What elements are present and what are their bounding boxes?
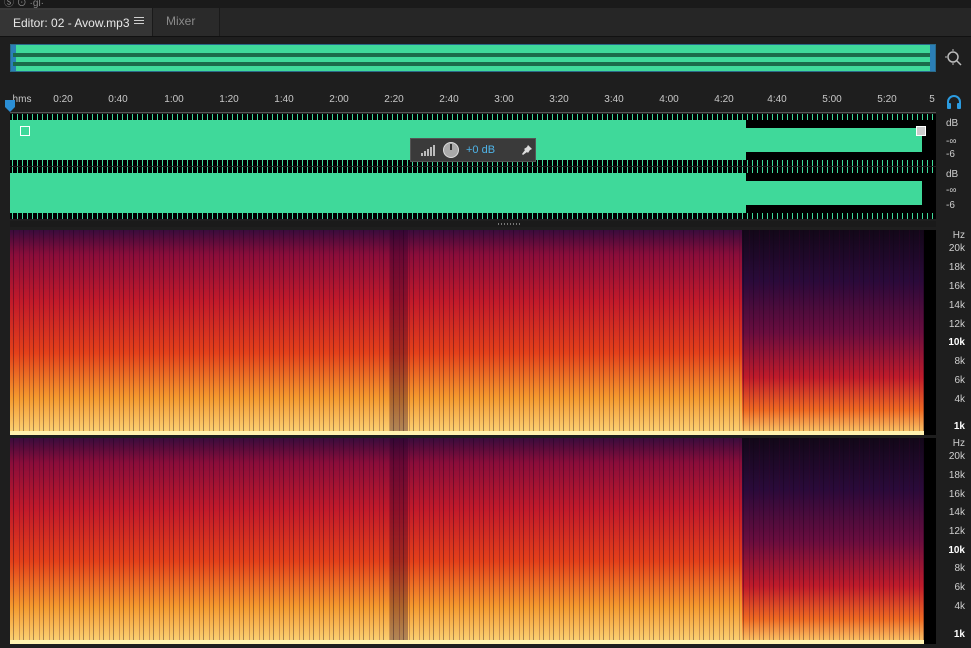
tab-editor[interactable]: Editor: 02 - Avow.mp3 <box>0 8 152 36</box>
waveform-edge <box>10 167 936 173</box>
gain-bars-icon <box>421 145 435 156</box>
spectral-texture <box>10 438 926 644</box>
overview-channel-1 <box>13 53 933 57</box>
db-scale-channel-1: dB -∞ -6 <box>942 114 971 166</box>
hz-scale-channel-1: Hz 20k 18k 16k 14k 12k 10k 8k 6k 4k 1k <box>942 230 971 435</box>
headphones-icon[interactable] <box>946 94 962 110</box>
waveform-loud <box>10 118 746 162</box>
view-splitter[interactable] <box>10 221 936 227</box>
waveform-edge <box>10 114 936 120</box>
hz-label: 6k <box>954 375 965 386</box>
spectrogram-channel-1[interactable] <box>10 230 936 435</box>
ruler-tick: 4:00 <box>659 94 679 105</box>
ruler-tick: 2:20 <box>384 94 404 105</box>
tab-mixer-label: Mixer <box>166 14 196 28</box>
ruler-unit: hms <box>12 94 32 105</box>
ruler-tick: 0:20 <box>53 94 73 105</box>
hz-label: 12k <box>948 319 965 330</box>
waveform-quiet <box>746 181 922 205</box>
waveform-edge <box>10 213 936 219</box>
hz-unit: Hz <box>952 438 965 449</box>
time-ruler[interactable]: hms 0:20 0:40 1:00 1:20 1:40 2:00 2:20 2… <box>10 92 936 113</box>
ruler-tick: 3:00 <box>494 94 514 105</box>
waveform-quiet <box>746 128 922 152</box>
fade-in-handle[interactable] <box>20 126 30 136</box>
gain-knob-icon[interactable] <box>443 142 459 158</box>
db-label: -∞ <box>946 136 957 147</box>
spectral-tail <box>924 230 936 435</box>
gain-value[interactable]: +0 dB <box>466 144 495 156</box>
db-scale-channel-2: dB -∞ -6 <box>942 167 971 219</box>
waveform-channel-2[interactable] <box>10 167 936 219</box>
overview-right-handle[interactable] <box>930 45 935 71</box>
overview-channel-2 <box>13 62 933 66</box>
spectral-tail <box>924 438 936 644</box>
db-label: -6 <box>946 200 955 211</box>
hz-label: 1k <box>953 629 965 640</box>
hz-label: 8k <box>954 356 965 367</box>
hz-label: 8k <box>954 563 965 574</box>
overview-bar[interactable] <box>10 44 936 72</box>
zoom-icon[interactable] <box>944 48 964 68</box>
spectral-floor <box>10 431 924 435</box>
hz-label: 6k <box>954 582 965 593</box>
hz-label: 14k <box>948 300 965 311</box>
spectral-floor <box>10 640 924 644</box>
tab-menu-icon[interactable] <box>134 17 144 27</box>
spectral-texture <box>10 230 926 435</box>
fade-out-handle[interactable] <box>916 126 926 136</box>
hz-label: 20k <box>948 243 965 254</box>
hz-scale-channel-2: Hz 20k 18k 16k 14k 12k 10k 8k 6k 4k 1k <box>942 438 971 644</box>
db-unit: dB <box>946 169 959 180</box>
playhead-icon[interactable] <box>5 100 15 112</box>
ruler-tick: 5:20 <box>877 94 897 105</box>
tab-mixer[interactable]: Mixer <box>152 8 220 36</box>
app-top-strip: Ⓢ ⊙ ·gl· <box>0 0 971 8</box>
hz-label: 4k <box>954 601 965 612</box>
tab-bar: Editor: 02 - Avow.mp3 Mixer <box>0 8 971 37</box>
ruler-tick: 4:20 <box>714 94 734 105</box>
hz-label: 1k <box>953 421 965 432</box>
db-label: -∞ <box>946 185 957 196</box>
ruler-tick: 1:40 <box>274 94 294 105</box>
ruler-tick: 0:40 <box>108 94 128 105</box>
hz-label: 18k <box>948 470 965 481</box>
hz-label: 10k <box>948 337 965 348</box>
db-label: -6 <box>946 149 955 160</box>
tab-editor-label: Editor: 02 - Avow.mp3 <box>13 16 130 30</box>
splitter-grip[interactable] <box>498 223 522 225</box>
ruler-tick: 2:40 <box>439 94 459 105</box>
hz-label: 18k <box>948 262 965 273</box>
pin-icon[interactable] <box>521 144 533 156</box>
spectrogram-channel-2[interactable] <box>10 438 936 644</box>
hz-label: 10k <box>948 545 965 556</box>
ruler-tick: 2:00 <box>329 94 349 105</box>
hz-label: 12k <box>948 526 965 537</box>
hz-label: 20k <box>948 451 965 462</box>
gain-hud[interactable]: +0 dB <box>410 138 536 162</box>
hz-label: 14k <box>948 507 965 518</box>
ruler-tick: 1:20 <box>219 94 239 105</box>
overview-left-handle[interactable] <box>11 45 16 71</box>
ruler-tick: 1:00 <box>164 94 184 105</box>
db-unit: dB <box>946 118 959 129</box>
hz-label: 4k <box>954 394 965 405</box>
hz-label: 16k <box>948 489 965 500</box>
ruler-tick: 3:40 <box>604 94 624 105</box>
hz-label: 16k <box>948 281 965 292</box>
waveform-loud <box>10 171 746 215</box>
top-fragment: Ⓢ ⊙ ·gl· <box>4 0 44 8</box>
ruler-tick: 5:00 <box>822 94 842 105</box>
ruler-tick: 3:20 <box>549 94 569 105</box>
ruler-tick: 4:40 <box>767 94 787 105</box>
hz-unit: Hz <box>952 230 965 241</box>
ruler-tick: 5 <box>929 94 935 105</box>
